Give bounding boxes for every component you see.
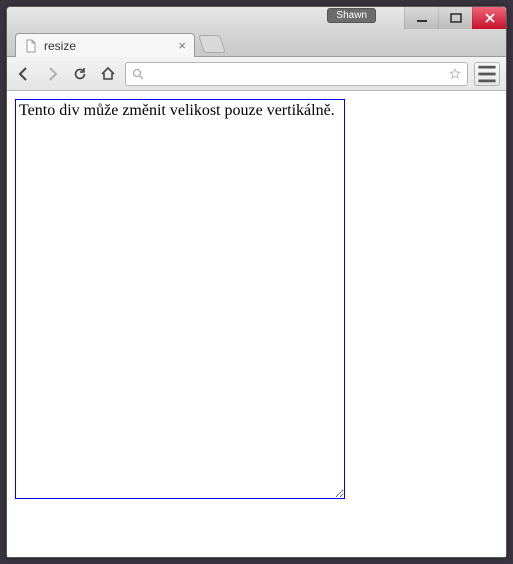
url-input[interactable]: [150, 67, 443, 81]
page-content: Tento div může změnit velikost pouze ver…: [7, 91, 506, 557]
bookmark-star-icon[interactable]: [449, 68, 461, 80]
new-tab-button[interactable]: [198, 35, 226, 53]
minimize-icon: [416, 12, 428, 24]
back-button[interactable]: [13, 63, 35, 85]
reload-icon: [72, 66, 88, 82]
maximize-icon: [450, 12, 462, 24]
maximize-button[interactable]: [438, 7, 472, 29]
address-bar[interactable]: [125, 62, 468, 86]
home-button[interactable]: [97, 63, 119, 85]
browser-tab[interactable]: resize ×: [15, 33, 195, 57]
hamburger-icon: [475, 62, 499, 86]
minimize-button[interactable]: [404, 7, 438, 29]
search-icon: [132, 68, 144, 80]
tab-close-button[interactable]: ×: [178, 38, 186, 53]
browser-window: Shawn resize ×: [6, 6, 507, 558]
close-icon: [484, 12, 496, 24]
box-text: Tento div může změnit velikost pouze ver…: [19, 102, 335, 119]
tab-title: resize: [44, 39, 172, 53]
menu-button[interactable]: [474, 62, 500, 86]
window-titlebar: Shawn: [7, 7, 506, 29]
arrow-right-icon: [44, 66, 60, 82]
tab-strip: resize ×: [7, 29, 506, 57]
close-window-button[interactable]: [472, 7, 506, 29]
resizable-box[interactable]: Tento div může změnit velikost pouze ver…: [15, 99, 345, 499]
window-controls: [404, 7, 506, 29]
arrow-left-icon: [16, 66, 32, 82]
home-icon: [100, 66, 116, 82]
toolbar: [7, 57, 506, 91]
user-badge: Shawn: [327, 8, 376, 23]
forward-button[interactable]: [41, 63, 63, 85]
file-icon: [24, 39, 38, 53]
reload-button[interactable]: [69, 63, 91, 85]
